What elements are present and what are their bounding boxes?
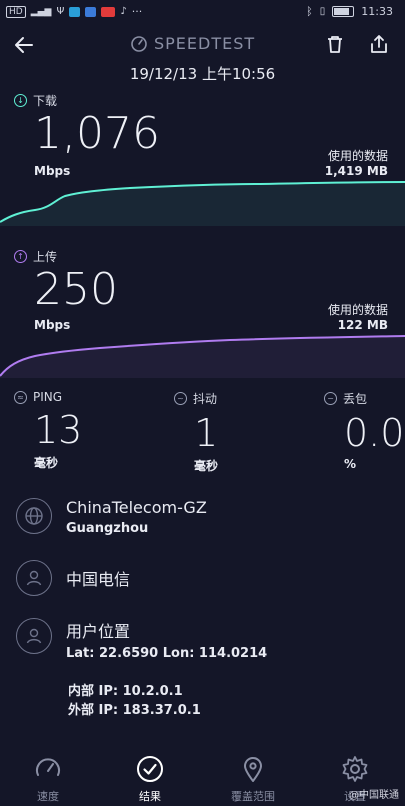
ip-block: 内部 IP: 10.2.0.1 外部 IP: 183.37.0.1 (68, 682, 201, 720)
upload-value: 250 (34, 264, 118, 315)
external-ip: 外部 IP: 183.37.0.1 (68, 703, 201, 718)
upload-label: 上传 (33, 250, 58, 264)
app-title-text: SPEEDTEST (154, 34, 256, 53)
more-indicator: ··· (131, 5, 143, 18)
map-pin-icon (244, 757, 262, 782)
nav-coverage-label: 覆盖范围 (231, 790, 275, 803)
location-coords: Lat: 22.6590 Lon: 114.0214 (66, 646, 268, 661)
upload-used-label: 使用的数据 (327, 303, 388, 317)
stat-jitter: ~ 抖动 1 毫秒 (174, 390, 218, 474)
bottom-nav: 速度 结果 覆盖范围 设置 (0, 746, 405, 806)
location-title: 用户位置 (66, 622, 131, 641)
watermark: @中国联通 (349, 790, 399, 801)
speedtest-logo-icon (131, 35, 147, 52)
jitter-icon: ~ (174, 392, 187, 405)
globe-icon (16, 498, 52, 534)
jitter-label: 抖动 (193, 392, 218, 406)
battery-icon (332, 6, 355, 17)
isp-row[interactable]: 中国电信 (16, 560, 130, 596)
check-circle-icon (137, 756, 163, 782)
trash-icon[interactable] (324, 33, 346, 55)
ping-unit: 毫秒 (34, 456, 59, 470)
tiktok-icon: ♪ (120, 6, 127, 17)
stat-ping: ≈ PING 13 毫秒 (14, 390, 82, 471)
nav-speed-label: 速度 (37, 790, 59, 803)
nav-speed[interactable]: 速度 (8, 754, 88, 804)
server-name: ChinaTelecom-GZ (66, 498, 207, 517)
test-datetime: 19/12/13 上午10:56 (129, 65, 276, 83)
download-unit: Mbps (34, 164, 71, 178)
gear-icon (342, 756, 368, 782)
download-label: 下载 (33, 94, 58, 108)
clock: 11:33 (361, 5, 393, 18)
download-used-label: 使用的数据 (327, 149, 388, 163)
server-city: Guangzhou (66, 521, 149, 536)
download-value: 1,076 (34, 108, 160, 159)
bluetooth-icon: ᛒ (306, 5, 313, 18)
internal-ip: 内部 IP: 10.2.0.1 (68, 684, 183, 699)
ping-icon: ≈ (14, 390, 27, 404)
jitter-value: 1 (194, 411, 219, 455)
app-icon-1 (69, 6, 81, 17)
download-used-value: 1,419 MB (324, 164, 388, 178)
status-bar: HD ▂▄▆ Ψ ♪ ··· ᛒ ▯ 11:33 (0, 0, 405, 24)
packet-loss-unit: % (344, 457, 357, 471)
app-icon-2 (85, 6, 97, 17)
packet-loss-value: 0.0 (344, 411, 405, 455)
nav-results[interactable]: 结果 (110, 754, 190, 804)
upload-graph (0, 335, 405, 378)
ping-value: 13 (34, 408, 83, 452)
app-icon-3 (101, 6, 116, 17)
stat-packet-loss: − 丢包 0.0 % (324, 390, 404, 471)
packet-loss-icon: − (324, 392, 337, 405)
user-location-icon (16, 618, 52, 654)
download-graph (0, 181, 405, 226)
ping-label: PING (33, 390, 63, 404)
location-row: 用户位置 Lat: 22.6590 Lon: 114.0214 (16, 618, 267, 661)
user-icon (16, 560, 52, 596)
server-row[interactable]: ChinaTelecom-GZ Guangzhou (16, 498, 207, 536)
back-arrow-icon[interactable] (12, 33, 36, 57)
upload-arrow-icon: ↑ (14, 250, 27, 263)
share-icon[interactable] (368, 33, 390, 55)
signal-icon: ▂▄▆ (30, 6, 52, 17)
download-arrow-icon: ↓ (14, 94, 27, 107)
nav-coverage[interactable]: 覆盖范围 (213, 754, 293, 804)
app-header: SPEEDTEST (0, 28, 405, 62)
isp-name: 中国电信 (66, 570, 131, 589)
packet-loss-label: 丢包 (343, 392, 368, 406)
download-label-row: ↓ 下载 (14, 92, 57, 109)
hd-icon: HD (6, 5, 26, 18)
upload-label-row: ↑ 上传 (14, 248, 57, 265)
usb-icon: Ψ (56, 6, 65, 17)
speedometer-icon (36, 758, 60, 776)
vibrate-icon: ▯ (319, 6, 326, 17)
app-title: SPEEDTEST (130, 34, 255, 53)
nav-results-label: 结果 (139, 790, 161, 803)
jitter-unit: 毫秒 (194, 459, 219, 473)
